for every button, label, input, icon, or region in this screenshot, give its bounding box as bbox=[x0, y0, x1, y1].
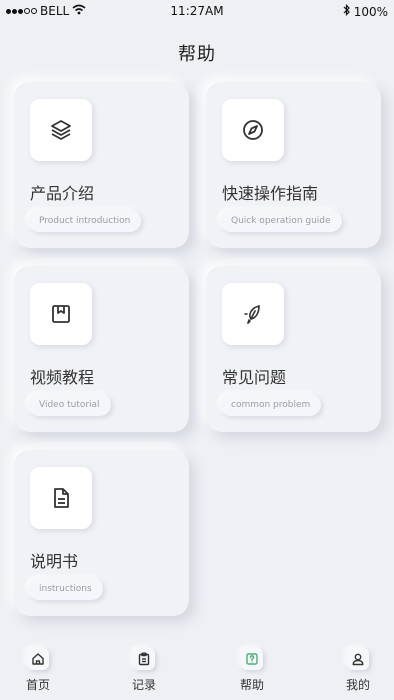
status-right: 100% bbox=[343, 4, 388, 19]
tab-home[interactable]: 首页 bbox=[8, 648, 68, 693]
layers-icon bbox=[30, 99, 92, 161]
card-instructions[interactable]: 说明书 instructions bbox=[14, 450, 189, 616]
card-title: 视频教程 bbox=[30, 368, 95, 387]
card-subtitle-pill: common problem bbox=[220, 394, 322, 416]
leaf-icon bbox=[222, 283, 284, 345]
tab-label: 首页 bbox=[25, 678, 50, 692]
bottom-tab-bar: 首页 记录 帮助 我的 bbox=[0, 640, 394, 700]
bluetooth-icon bbox=[343, 4, 351, 19]
card-subtitle-pill: Video tutorial bbox=[28, 394, 111, 416]
tab-label: 我的 bbox=[345, 678, 370, 692]
status-time: 11:27AM bbox=[170, 4, 224, 18]
home-icon bbox=[27, 648, 49, 670]
battery-label: 100% bbox=[353, 4, 388, 19]
card-subtitle-pill: Product introduction bbox=[28, 210, 142, 232]
help-icon bbox=[241, 648, 263, 670]
card-title: 产品介绍 bbox=[30, 184, 95, 203]
card-subtitle-pill: instructions bbox=[28, 578, 103, 600]
clipboard-icon bbox=[133, 648, 155, 670]
card-title: 常见问题 bbox=[222, 368, 287, 387]
tab-mine[interactable]: 我的 bbox=[328, 648, 388, 693]
tab-label: 帮助 bbox=[239, 678, 264, 692]
tab-label: 记录 bbox=[131, 678, 156, 692]
card-title: 说明书 bbox=[30, 552, 79, 571]
page-title: 帮助 bbox=[178, 44, 216, 65]
status-bar: BELL 11:27AM 100% bbox=[0, 0, 394, 22]
card-subtitle-pill: Quick operation guide bbox=[220, 210, 342, 232]
card-video-tutorial[interactable]: 视频教程 Video tutorial bbox=[14, 266, 189, 432]
bookmark-icon bbox=[30, 283, 92, 345]
card-quick-operation-guide[interactable]: 快速操作指南 Quick operation guide bbox=[206, 82, 381, 248]
card-product-introduction[interactable]: 产品介绍 Product introduction bbox=[14, 82, 189, 248]
user-icon bbox=[347, 648, 369, 670]
compass-icon bbox=[222, 99, 284, 161]
tab-records[interactable]: 记录 bbox=[114, 648, 174, 693]
document-icon bbox=[30, 467, 92, 529]
card-title: 快速操作指南 bbox=[222, 184, 319, 203]
tab-help[interactable]: 帮助 bbox=[222, 648, 282, 693]
card-common-problem[interactable]: 常见问题 common problem bbox=[206, 266, 381, 432]
